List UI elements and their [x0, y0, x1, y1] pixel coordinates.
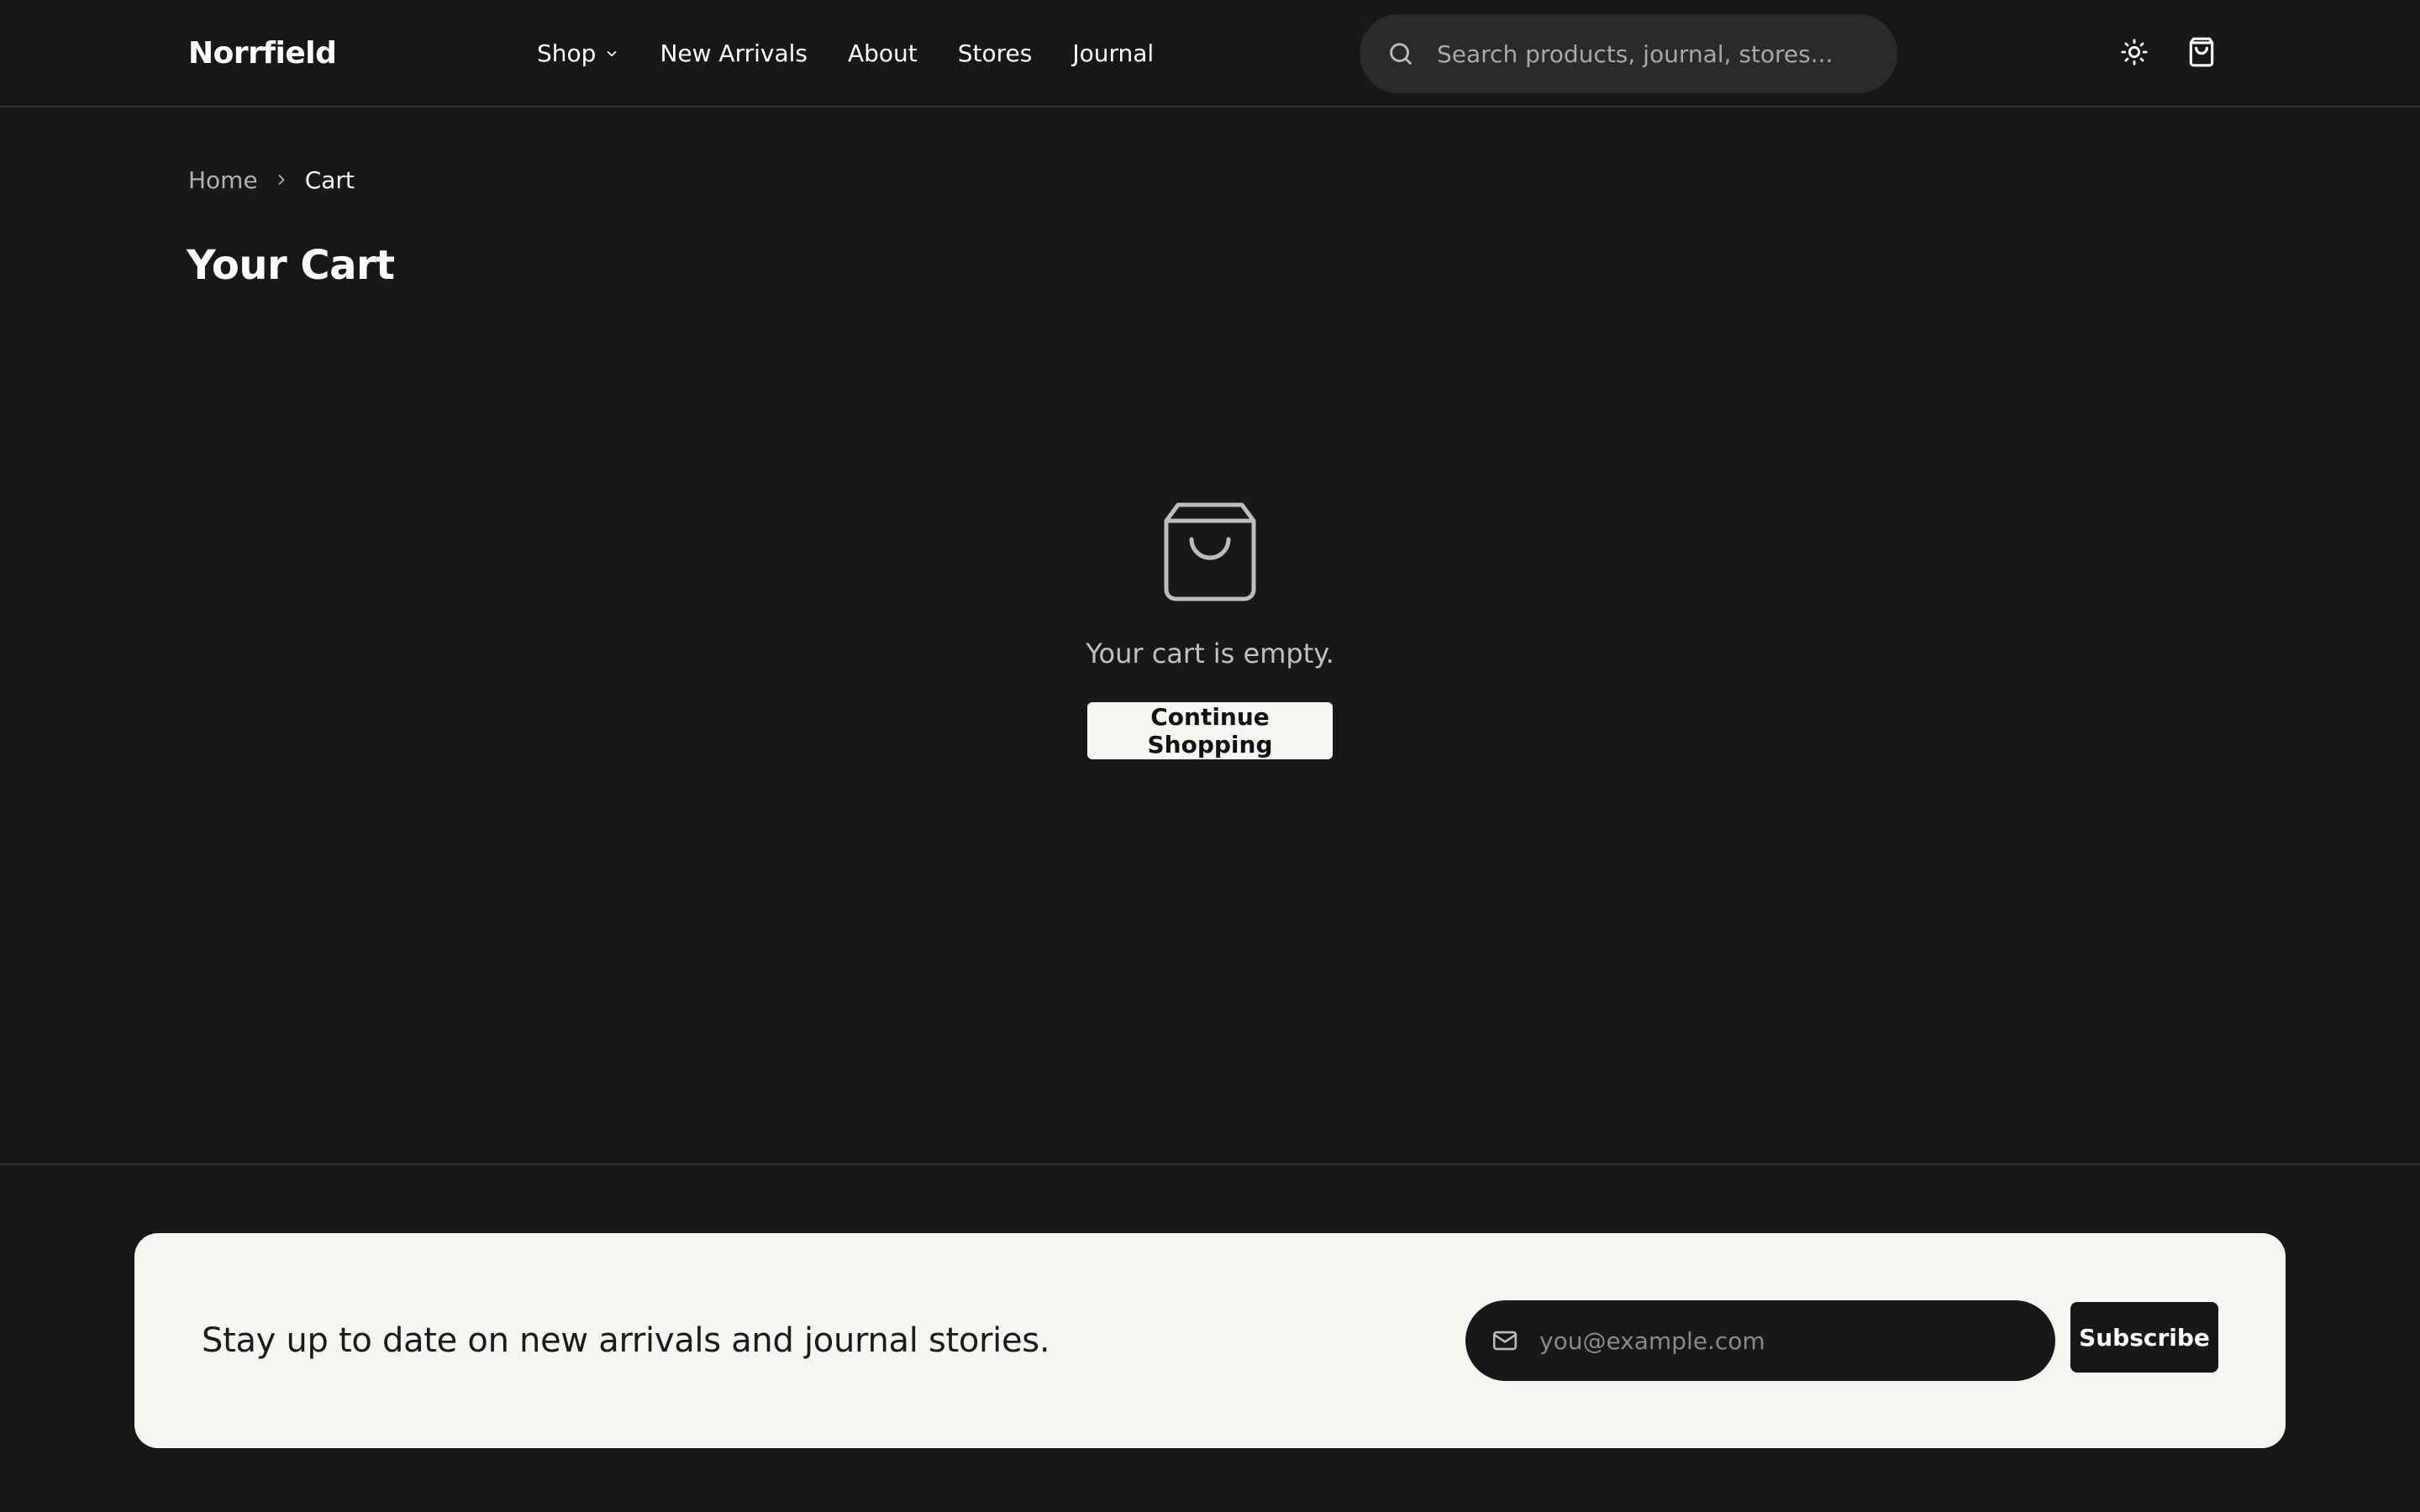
shopping-bag-icon: [2186, 36, 2217, 71]
newsletter-heading: Stay up to date on new arrivals and jour…: [202, 1321, 1050, 1360]
mail-icon: [1491, 1326, 1519, 1355]
nav-about[interactable]: About: [848, 34, 918, 74]
site-header: Norrfield Shop New Arrivals About Stores…: [0, 0, 2420, 108]
chevron-down-icon: [604, 46, 619, 61]
search-input[interactable]: [1435, 39, 1897, 69]
search-icon: [1386, 39, 1415, 68]
nav-shop[interactable]: Shop: [537, 34, 619, 74]
sun-icon: [2120, 38, 2149, 70]
email-input[interactable]: [1538, 1326, 2055, 1356]
empty-cart-message: Your cart is empty.: [1086, 638, 1334, 669]
cart-button[interactable]: [2183, 35, 2220, 72]
shopping-bag-icon: [1163, 502, 1257, 601]
nav-journal[interactable]: Journal: [1072, 34, 1154, 74]
brand-logo[interactable]: Norrfield: [188, 34, 337, 74]
subscribe-button[interactable]: Subscribe: [2070, 1302, 2218, 1373]
newsletter-panel: Stay up to date on new arrivals and jour…: [134, 1233, 2286, 1448]
search-bar[interactable]: [1360, 14, 1897, 93]
main-nav: Shop New Arrivals About Stores Journal: [537, 34, 1154, 74]
breadcrumb-home-link[interactable]: Home: [188, 166, 258, 194]
nav-shop-label: Shop: [537, 39, 597, 67]
nav-stores[interactable]: Stores: [958, 34, 1033, 74]
breadcrumb: Home Cart: [188, 163, 355, 197]
theme-toggle-button[interactable]: [2116, 35, 2153, 72]
footer-divider: [0, 1163, 2420, 1165]
breadcrumb-current: Cart: [304, 165, 355, 194]
continue-shopping-button[interactable]: Continue Shopping: [1087, 702, 1333, 759]
nav-new-arrivals[interactable]: New Arrivals: [660, 34, 808, 74]
page-title: Your Cart: [187, 242, 395, 289]
email-field[interactable]: [1465, 1300, 2055, 1381]
chevron-right-icon: [273, 171, 290, 188]
